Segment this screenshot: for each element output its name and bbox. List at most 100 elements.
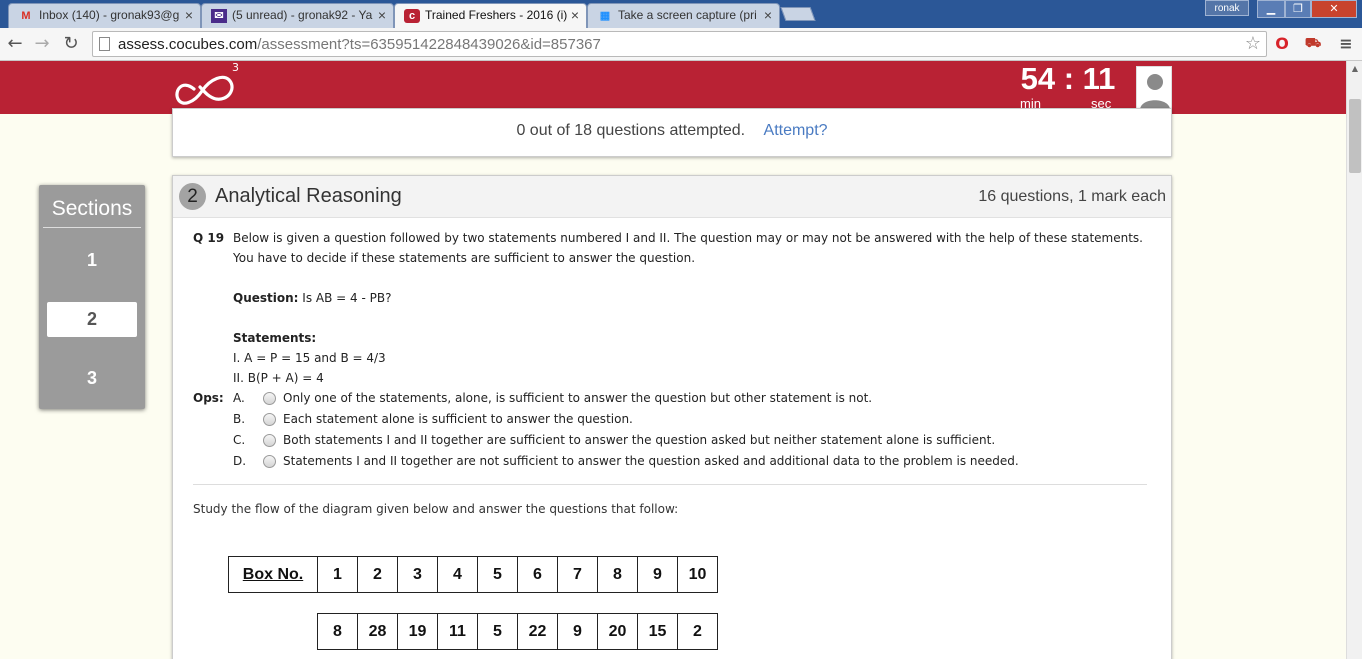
new-tab-button[interactable] xyxy=(780,7,816,21)
tab-screen-capture[interactable]: ▦ Take a screen capture (pri × xyxy=(587,3,780,28)
option-c[interactable]: C. Both statements I and II together are… xyxy=(233,430,1133,451)
close-icon[interactable]: × xyxy=(764,7,772,23)
page-scrollbar[interactable]: ▲ xyxy=(1346,61,1362,659)
question-number: Q 19 xyxy=(193,231,225,245)
window-close-icon[interactable]: ✕ xyxy=(1311,0,1357,18)
attempt-link[interactable]: Attempt? xyxy=(764,122,828,139)
box-number: 8 xyxy=(597,556,638,593)
extension-icon[interactable]: ⛟ xyxy=(1303,34,1323,54)
sections-title: Sections xyxy=(51,197,133,220)
box-value: 2 xyxy=(677,613,718,650)
box-number: 3 xyxy=(397,556,438,593)
option-text: Statements I and II together are not suf… xyxy=(283,454,1019,468)
study-instructions: Study the flow of the diagram given belo… xyxy=(193,502,679,516)
attempt-status-text: 0 out of 18 questions attempted. xyxy=(516,122,746,139)
countdown-timer: 54 : 11 min sec xyxy=(1008,61,1128,114)
question-text: Is AB = 4 - PB? xyxy=(298,291,392,305)
gmail-icon: M xyxy=(21,10,31,22)
option-a[interactable]: A. Only one of the statements, alone, is… xyxy=(233,388,1133,409)
site-header: 3 54 : 11 min sec xyxy=(0,61,1362,114)
timer-digits: 54 : 11 xyxy=(1020,61,1116,96)
option-d[interactable]: D. Statements I and II together are not … xyxy=(233,451,1133,472)
close-icon[interactable]: × xyxy=(185,7,193,23)
statements-label: Statements: xyxy=(233,331,317,345)
tab-yahoo-mail[interactable]: ✉ (5 unread) - gronak92 - Ya × xyxy=(201,3,394,28)
option-c-radio[interactable] xyxy=(263,434,276,447)
box-value: 20 xyxy=(597,613,638,650)
box-number: 1 xyxy=(317,556,358,593)
section-item-2[interactable]: 2 xyxy=(47,302,137,337)
question-card: 2 Analytical Reasoning 16 questions, 1 m… xyxy=(172,175,1172,659)
box-header: Box No. xyxy=(228,556,318,593)
bookmark-star-icon[interactable]: ☆ xyxy=(1245,33,1261,54)
back-arrow-icon[interactable]: ← xyxy=(4,33,26,55)
sections-panel: Sections 1 2 3 xyxy=(39,185,145,409)
address-bar[interactable]: assess.cocubes.com/assessment?ts=6359514… xyxy=(92,31,1267,57)
section-info: 16 questions, 1 mark each xyxy=(978,188,1166,205)
option-letter: A. xyxy=(233,391,245,405)
sections-divider xyxy=(43,227,141,228)
window-user-badge: ronak xyxy=(1205,0,1249,16)
close-icon[interactable]: × xyxy=(378,7,386,23)
cocubes-icon: c xyxy=(404,9,420,23)
option-b[interactable]: B. Each statement alone is sufficient to… xyxy=(233,409,1133,430)
section-number-badge: 2 xyxy=(179,183,206,210)
statement-2: II. B(P + A) = 4 xyxy=(233,371,324,385)
section-name: Analytical Reasoning xyxy=(215,185,402,207)
maximize-icon[interactable]: ❐ xyxy=(1285,0,1311,18)
option-text: Only one of the statements, alone, is su… xyxy=(283,391,873,405)
section-item-3[interactable]: 3 xyxy=(47,361,137,396)
tab-label: Inbox (140) - gronak93@g xyxy=(39,8,180,22)
box-value: 19 xyxy=(397,613,438,650)
opera-icon[interactable]: O xyxy=(1272,34,1292,54)
box-number: 9 xyxy=(637,556,678,593)
option-b-radio[interactable] xyxy=(263,413,276,426)
box-number-table: Box No. 1 2 3 4 5 6 7 8 9 10 xyxy=(228,556,718,593)
url-host: assess.cocubes.com xyxy=(118,36,258,53)
question-instructions: Below is given a question followed by tw… xyxy=(233,231,1143,265)
box-number: 7 xyxy=(557,556,598,593)
tab-label: (5 unread) - gronak92 - Ya xyxy=(232,8,373,22)
tab-gmail[interactable]: M Inbox (140) - gronak93@g × xyxy=(8,3,201,28)
option-letter: C. xyxy=(233,433,246,447)
options-label: Ops: xyxy=(193,391,224,405)
minimize-icon[interactable]: ▁ xyxy=(1257,0,1285,18)
url-path: /assessment?ts=635951422848439026&id=857… xyxy=(257,36,601,53)
option-text: Both statements I and II together are su… xyxy=(283,433,996,447)
box-number: 5 xyxy=(477,556,518,593)
box-number: 4 xyxy=(437,556,478,593)
windows-icon: ▦ xyxy=(599,10,611,22)
avatar[interactable] xyxy=(1136,66,1172,109)
statement-1: I. A = P = 15 and B = 4/3 xyxy=(233,351,386,365)
tab-label: Take a screen capture (pri xyxy=(618,8,757,22)
reload-icon[interactable]: ↻ xyxy=(60,33,82,55)
section-item-1[interactable]: 1 xyxy=(47,243,137,278)
section-header: 2 Analytical Reasoning 16 questions, 1 m… xyxy=(173,176,1171,218)
box-value: 28 xyxy=(357,613,398,650)
question-line: Question: Is AB = 4 - PB? xyxy=(233,288,391,308)
question-separator xyxy=(193,484,1147,485)
close-icon[interactable]: × xyxy=(571,7,579,23)
box-number: 6 xyxy=(517,556,558,593)
forward-arrow-icon[interactable]: → xyxy=(31,33,53,55)
cocubes-logo[interactable]: 3 xyxy=(172,61,244,111)
option-text: Each statement alone is sufficient to an… xyxy=(283,412,633,426)
box-value: 15 xyxy=(637,613,678,650)
box-value-table: 8 28 19 11 5 22 9 20 15 2 xyxy=(317,613,718,650)
url-text: assess.cocubes.com/assessment?ts=6359514… xyxy=(118,36,601,53)
menu-icon[interactable]: ≡ xyxy=(1336,34,1356,54)
option-d-radio[interactable] xyxy=(263,455,276,468)
logo-superscript: 3 xyxy=(232,61,239,74)
box-value: 11 xyxy=(437,613,478,650)
box-value: 5 xyxy=(477,613,518,650)
option-a-radio[interactable] xyxy=(263,392,276,405)
box-value: 8 xyxy=(317,613,358,650)
scroll-up-icon[interactable]: ▲ xyxy=(1347,61,1362,77)
attempt-status-bar: 0 out of 18 questions attempted. Attempt… xyxy=(172,108,1172,157)
page-icon xyxy=(99,37,110,51)
mail-icon: ✉ xyxy=(211,9,227,23)
scroll-thumb[interactable] xyxy=(1349,99,1361,173)
browser-tab-bar: M Inbox (140) - gronak93@g × ✉ (5 unread… xyxy=(0,0,1362,29)
box-number: 2 xyxy=(357,556,398,593)
tab-trained-freshers[interactable]: c Trained Freshers - 2016 (i) × xyxy=(394,3,587,29)
